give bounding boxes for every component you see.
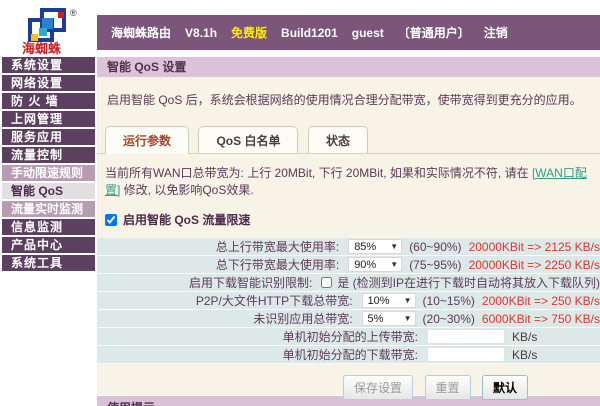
row-initial-upload-bandwidth: 单机初始分配的上传带宽: KB/s xyxy=(97,328,600,346)
p2p-http-bandwidth-select[interactable]: 10% ▼ xyxy=(361,293,416,308)
select-value: 90% xyxy=(354,258,377,271)
row-upstream-max-usage: 总上行带宽最大使用率: 85% ▼ (60~90%) 20000KBit => 2… xyxy=(97,238,600,256)
row-download-detect-limit: 启用下载智能识别限制: 是 (检测到IP在进行下载时自动将其放入下载队列) xyxy=(97,274,600,292)
tab-bar: 运行参数 QoS 白名单 状态 xyxy=(97,126,600,154)
user-role-label: 〔普通用户〕 xyxy=(397,26,470,40)
checkbox-note: 是 (检测到IP在进行下载时自动将其放入下载队列) xyxy=(337,276,600,290)
qos-settings-panel: 启用智能 QoS 后，系统会根据网络的使用情况合理分配带宽，使带宽得到更充分的应… xyxy=(97,77,600,400)
row-unidentified-app-bandwidth: 未识别应用总带宽: 5% ▼ (20~30%) 6000KBit => 750 K… xyxy=(97,310,600,328)
version-label: V8.1h xyxy=(185,25,218,40)
unit-label: KB/s xyxy=(512,329,538,344)
chevron-down-icon: ▼ xyxy=(403,314,412,323)
field-label: 单机初始分配的上传带宽: xyxy=(282,330,418,344)
logout-link[interactable]: 注销 xyxy=(484,24,508,41)
qos-description: 启用智能 QoS 后，系统会根据网络的使用情况合理分配带宽，使带宽得到更充分的应… xyxy=(107,93,582,107)
tab-qos-whitelist[interactable]: QoS 白名单 xyxy=(198,126,299,153)
initial-download-bandwidth-input[interactable] xyxy=(427,347,505,362)
enable-smart-qos-label: 启用智能 QoS 流量限速 xyxy=(123,213,251,227)
computed-bandwidth: 2000KBit => 250 KB/s xyxy=(481,293,600,308)
sidebar-item-internet-management[interactable]: 上网管理 xyxy=(2,111,95,127)
reset-button[interactable]: 重置 xyxy=(424,375,471,400)
registered-mark: ® xyxy=(70,8,77,18)
field-label: 单机初始分配的下载带宽: xyxy=(282,348,418,362)
sidebar-item-network-settings[interactable]: 网络设置 xyxy=(2,75,95,91)
page-title: 智能 QoS 设置 xyxy=(97,57,600,77)
row-p2p-http-bandwidth: P2P/大文件HTTP下载总带宽: 10% ▼ (10~15%) 2000KBit… xyxy=(97,292,600,310)
row-initial-download-bandwidth: 单机初始分配的下载带宽: KB/s xyxy=(97,346,600,364)
field-label: 总下行带宽最大使用率: xyxy=(215,258,340,272)
downstream-max-usage-select[interactable]: 90% ▼ xyxy=(348,257,403,272)
initial-upload-bandwidth-input[interactable] xyxy=(427,329,505,344)
sidebar-item-service-apps[interactable]: 服务应用 xyxy=(2,129,95,145)
qos-form: 总上行带宽最大使用率: 85% ▼ (60~90%) 20000KBit => 2… xyxy=(97,238,600,364)
build-label: Build1201 xyxy=(281,25,338,40)
upstream-max-usage-select[interactable]: 85% ▼ xyxy=(348,239,403,254)
unidentified-app-bandwidth-select[interactable]: 5% ▼ xyxy=(361,311,416,326)
sidebar-item-product-center[interactable]: 产品中心 xyxy=(2,237,95,253)
select-value: 10% xyxy=(367,294,390,307)
brand-text: 海蜘蛛 xyxy=(22,41,62,56)
sidebar-nav: 系统设置 网络设置 防 火 墙 上网管理 服务应用 流量控制 手动限速规则 智能… xyxy=(2,57,95,273)
logo-mark-icon: ® 海蜘蛛 xyxy=(22,8,77,56)
router-admin-page: ® 海蜘蛛 海蜘蛛路由 V8.1h 免费版 Build1201 guest 〔普… xyxy=(0,0,600,406)
enable-smart-qos-checkbox[interactable] xyxy=(105,213,117,226)
sidebar-item-system-settings[interactable]: 系统设置 xyxy=(2,57,95,73)
field-label: 启用下载智能识别限制: xyxy=(188,276,313,290)
sidebar-item-smart-qos[interactable]: 智能 QoS xyxy=(2,183,95,199)
top-bar: 海蜘蛛路由 V8.1h 免费版 Build1201 guest 〔普通用户〕 注… xyxy=(97,15,600,50)
sidebar-item-traffic-control[interactable]: 流量控制 xyxy=(2,147,95,163)
sidebar-item-realtime-traffic-monitor[interactable]: 流量实时监测 xyxy=(2,201,95,217)
row-downstream-max-usage: 总下行带宽最大使用率: 90% ▼ (75~95%) 20000KBit => 2… xyxy=(97,256,600,274)
select-value: 5% xyxy=(367,312,384,325)
sidebar-item-firewall[interactable]: 防 火 墙 xyxy=(2,93,95,109)
save-settings-button[interactable]: 保存设置 xyxy=(343,375,414,400)
main-content: 智能 QoS 设置 启用智能 QoS 后，系统会根据网络的使用情况合理分配带宽，… xyxy=(97,57,600,406)
sidebar-item-manual-limit-rules[interactable]: 手动限速规则 xyxy=(2,165,95,181)
unit-label: KB/s xyxy=(512,347,538,362)
default-button[interactable]: 默认 xyxy=(481,375,528,400)
field-label: 总上行带宽最大使用率: xyxy=(215,240,340,254)
suggested-range: (10~15%) xyxy=(422,293,475,308)
select-value: 85% xyxy=(354,240,377,253)
tab-run-params[interactable]: 运行参数 xyxy=(105,126,190,154)
field-label: P2P/大文件HTTP下载总带宽: xyxy=(195,294,353,308)
chevron-down-icon: ▼ xyxy=(390,260,399,269)
sidebar-item-system-tools[interactable]: 系统工具 xyxy=(2,255,95,271)
computed-bandwidth: 20000KBit => 2125 KB/s xyxy=(468,239,600,254)
enable-smart-qos-row: 启用智能 QoS 流量限速 xyxy=(97,202,600,235)
wan-bandwidth-note: 当前所有WAN口总带宽为: 上行 20MBit, 下行 20MBit, 如果和实… xyxy=(97,154,600,202)
brand-logo: ® 海蜘蛛 xyxy=(12,4,94,56)
tab-status[interactable]: 状态 xyxy=(307,126,368,153)
suggested-range: (75~95%) xyxy=(409,257,462,272)
field-label: 未识别应用总带宽: xyxy=(253,312,353,326)
chevron-down-icon: ▼ xyxy=(390,242,399,251)
download-detect-limit-checkbox[interactable] xyxy=(321,277,333,288)
sidebar-item-info-monitor[interactable]: 信息监测 xyxy=(2,219,95,235)
wan-note-text-after: 修改, 以免影响QoS效果. xyxy=(120,183,254,197)
edition-label: 免费版 xyxy=(231,26,268,40)
suggested-range: (20~30%) xyxy=(422,311,475,326)
username-label: guest xyxy=(351,25,384,40)
computed-bandwidth: 6000KBit => 750 KB/s xyxy=(481,311,600,326)
wan-note-text-before: 当前所有WAN口总带宽为: 上行 20MBit, 下行 20MBit, 如果和实… xyxy=(105,166,532,180)
computed-bandwidth: 20000KBit => 2250 KB/s xyxy=(468,257,600,272)
suggested-range: (60~90%) xyxy=(409,239,462,254)
chevron-down-icon: ▼ xyxy=(403,296,412,305)
product-name: 海蜘蛛路由 xyxy=(111,26,172,40)
